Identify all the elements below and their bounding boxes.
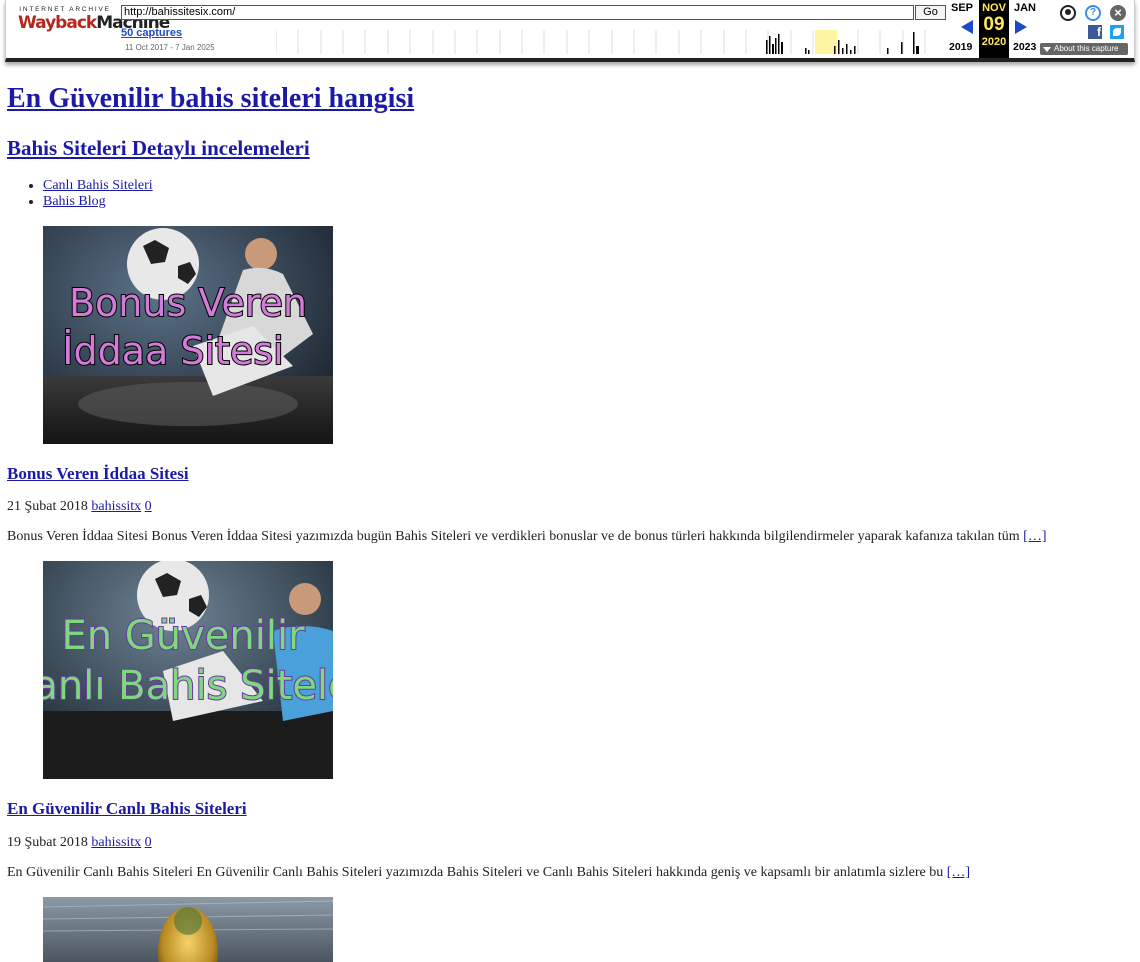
thumb-text-line-2: anlı Bahis Sitele [43, 663, 333, 709]
post-comments-link[interactable]: 0 [145, 499, 152, 514]
current-day-label: 09 [983, 14, 1005, 35]
post-title-link[interactable]: Bonus Veren İddaa Sitesi [7, 464, 189, 483]
capture-sparkline[interactable] [276, 28, 948, 54]
post-meta: 21 Şubat 2018 bahissitx 0 [7, 499, 152, 515]
post-excerpt: Bonus Veren İddaa Sitesi Bonus Veren İdd… [7, 529, 1046, 545]
prev-month-column[interactable]: SEP [947, 2, 977, 14]
site-title-link[interactable]: En Güvenilir bahis siteleri hangisi [7, 83, 414, 114]
next-month-label: JAN [1013, 2, 1036, 14]
help-icon[interactable]: ? [1085, 5, 1101, 21]
twitter-icon[interactable] [1110, 25, 1124, 39]
read-more-link[interactable]: […] [947, 865, 970, 880]
post-thumbnail-image: Bonus Veren İddaa Sitesi [43, 226, 333, 444]
prev-month-label: SEP [950, 2, 973, 14]
read-more-link[interactable]: […] [1023, 529, 1046, 544]
current-month-label: NOV [982, 2, 1006, 14]
menu-item-canli-bahis: Canlı Bahis Siteleri [43, 178, 153, 194]
post-excerpt-text: En Güvenilir Canlı Bahis Siteleri En Güv… [7, 865, 944, 880]
current-year-label: 2020 [981, 36, 1007, 48]
menu-item-bahis-blog: Bahis Blog [43, 194, 153, 210]
wayback-toolbar: INTERNET ARCHIVE WaybackMachine http://b… [5, 0, 1135, 62]
menu-link-bahis-blog[interactable]: Bahis Blog [43, 194, 106, 209]
post-thumbnail[interactable]: Bonus Veren İddaa Sitesi [43, 226, 333, 444]
next-year-label[interactable]: 2023 [1013, 41, 1036, 53]
post-excerpt-text: Bonus Veren İddaa Sitesi Bonus Veren İdd… [7, 529, 1020, 544]
post-title[interactable]: En Güvenilir Canlı Bahis Siteleri [7, 799, 247, 819]
post-title-link[interactable]: En Güvenilir Canlı Bahis Siteleri [7, 799, 247, 818]
post-title[interactable]: Bonus Veren İddaa Sitesi [7, 464, 189, 484]
post-comments-link[interactable]: 0 [145, 835, 152, 850]
post-date: 19 Şubat 2018 [7, 835, 88, 850]
captures-link[interactable]: 50 captures [121, 27, 182, 39]
post-thumbnail[interactable]: En Güvenilir anlı Bahis Sitele [43, 561, 333, 779]
post-excerpt: En Güvenilir Canlı Bahis Siteleri En Güv… [7, 865, 970, 881]
next-arrow-icon[interactable] [1015, 20, 1027, 34]
post-author-link[interactable]: bahissitx [91, 835, 141, 850]
current-month-column: NOV 09 2020 [979, 0, 1009, 58]
post-author-link[interactable]: bahissitx [91, 499, 141, 514]
main-menu: Canlı Bahis Siteleri Bahis Blog [7, 178, 153, 210]
post-thumbnail[interactable] [43, 897, 333, 962]
user-icon[interactable] [1060, 5, 1076, 21]
post-meta: 19 Şubat 2018 bahissitx 0 [7, 835, 152, 851]
about-capture-button[interactable]: About this capture [1040, 43, 1128, 55]
post-thumbnail-image: En Güvenilir anlı Bahis Sitele [43, 561, 333, 779]
post-date: 21 Şubat 2018 [7, 499, 88, 514]
thumb-text-line-2: İddaa Sitesi [62, 329, 283, 373]
capture-date-range: 11 Oct 2017 - 7 Jan 2025 [125, 43, 215, 52]
prev-arrow-icon[interactable] [961, 20, 973, 34]
close-icon[interactable]: × [1110, 5, 1126, 21]
prev-year-label[interactable]: 2019 [949, 41, 972, 53]
go-button[interactable]: Go [915, 5, 946, 20]
thumb-text-line-1: En Güvenilir [61, 613, 305, 659]
site-description-link[interactable]: Bahis Siteleri Detaylı incelemeleri [7, 136, 310, 160]
facebook-icon[interactable]: f [1088, 25, 1102, 39]
url-input[interactable]: http://bahissitesix.com/ [121, 5, 914, 20]
menu-link-canli-bahis[interactable]: Canlı Bahis Siteleri [43, 178, 153, 193]
site-title[interactable]: En Güvenilir bahis siteleri hangisi [7, 83, 414, 115]
site-description[interactable]: Bahis Siteleri Detaylı incelemeleri [7, 136, 310, 161]
logo-wayback-machine: WaybackMachine [18, 13, 170, 33]
next-month-column[interactable]: JAN [1010, 2, 1040, 14]
thumb-text-line-1: Bonus Veren [69, 281, 307, 325]
logo-internet-archive: INTERNET ARCHIVE [19, 6, 111, 13]
wayback-logo[interactable]: INTERNET ARCHIVE WaybackMachine [18, 6, 170, 46]
post-thumbnail-image [43, 897, 333, 962]
